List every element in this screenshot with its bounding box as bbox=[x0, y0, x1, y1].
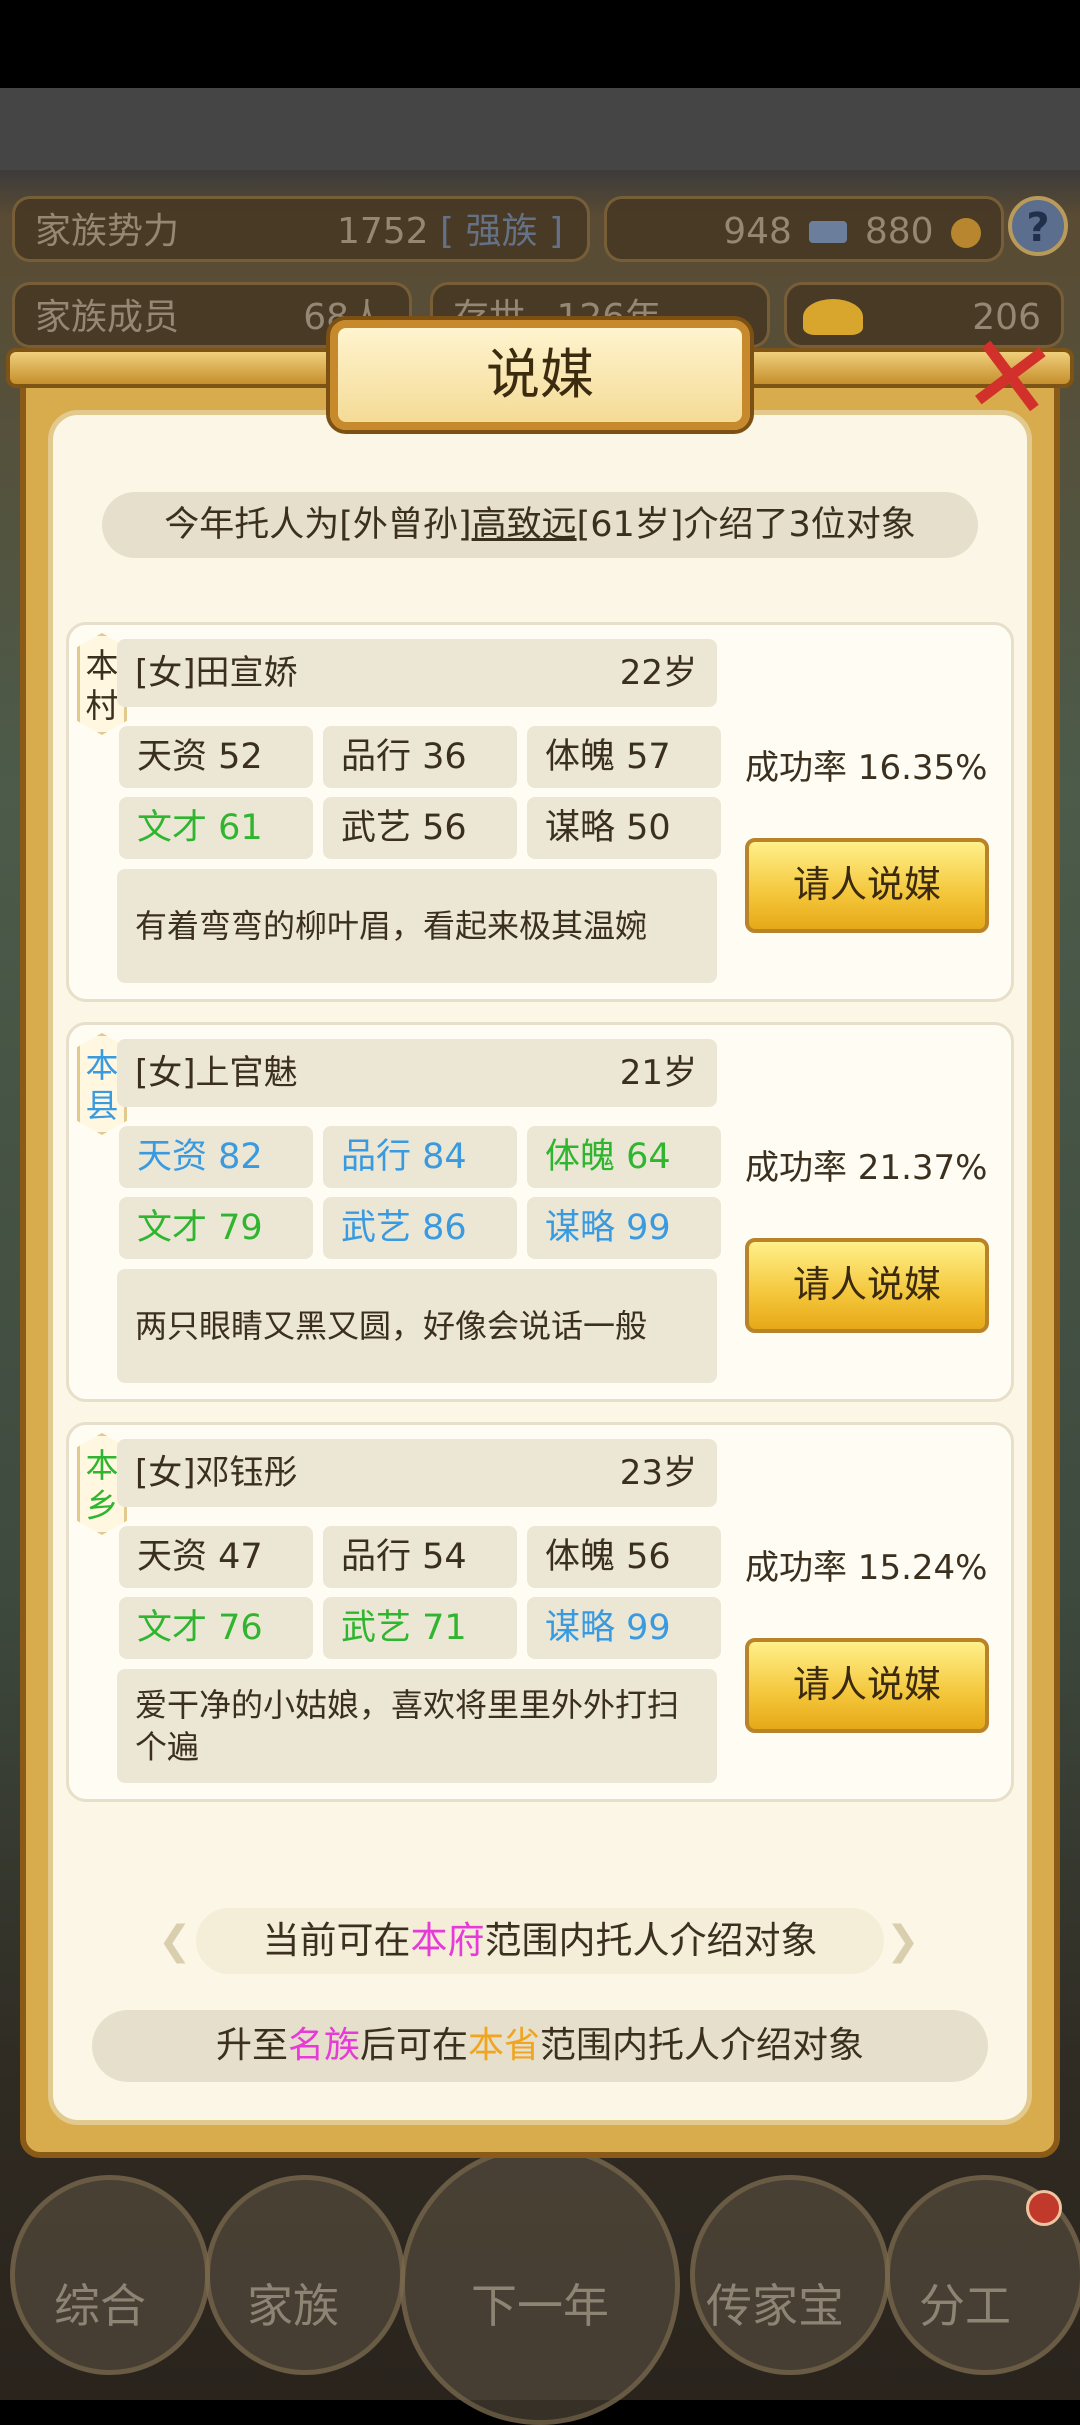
candidate-description: 两只眼睛又黑又圆，好像会说话一般 bbox=[117, 1269, 717, 1383]
candidate-stat: 文才 79 bbox=[119, 1197, 313, 1259]
candidate-stat: 文才 61 bbox=[119, 797, 313, 859]
candidate-stat: 体魄 57 bbox=[527, 726, 721, 788]
candidate-age: 22岁 bbox=[619, 653, 697, 693]
candidate-stat: 武艺 71 bbox=[323, 1597, 517, 1659]
candidate-name: [女]上官魅 bbox=[135, 1053, 298, 1093]
candidate-stat: 天资 52 bbox=[119, 726, 313, 788]
candidate-stat: 谋略 99 bbox=[527, 1197, 721, 1259]
upgrade-p1: 升至 bbox=[215, 2025, 288, 2066]
upgrade-scope-highlight: 本省 bbox=[468, 2025, 541, 2066]
family-power-pill: 家族势力 1752 [ 强族 ] bbox=[12, 196, 590, 262]
success-rate: 成功率 15.24% bbox=[745, 1548, 988, 1588]
success-rate: 成功率 16.35% bbox=[745, 748, 988, 788]
dialog-title: 说媒 bbox=[486, 343, 594, 406]
dialog-title-plaque: 说媒 bbox=[330, 320, 750, 430]
scope-highlight: 本府 bbox=[410, 1919, 485, 1962]
candidate-age: 21岁 bbox=[619, 1053, 697, 1093]
candidate-description: 爱干净的小姑娘，喜欢将里里外外打扫个遍 bbox=[117, 1669, 717, 1783]
request-matchmaker-button[interactable]: 请人说媒 bbox=[745, 1638, 989, 1733]
scope-info: 当前可在本府范围内托人介绍对象 bbox=[196, 1908, 884, 1974]
candidate-stat: 品行 54 bbox=[323, 1526, 517, 1588]
candidate-stat: 品行 36 bbox=[323, 726, 517, 788]
close-icon[interactable]: ✕ bbox=[955, 308, 1064, 448]
candidate-description: 有着弯弯的柳叶眉，看起来极其温婉 bbox=[117, 869, 717, 983]
nav-division[interactable]: 分工 bbox=[880, 2270, 1050, 2336]
candidate-card: 本县 [女]上官魅 21岁 天资 82 品行 84 体魄 64 文才 79 武艺 86 谋略 9… bbox=[66, 1022, 1014, 1402]
candidate-card: 本乡 [女]邓钰彤 23岁 天资 47 品行 54 体魄 56 文才 76 武艺 71 谋略 9… bbox=[66, 1422, 1014, 1802]
help-icon[interactable]: ? bbox=[1008, 196, 1068, 256]
scope-left-ornament: ❮ bbox=[158, 1918, 192, 1964]
candidate-card: 本村 [女]田宣娇 22岁 天资 52 品行 36 体魄 57 文才 61 武艺 56 谋略 5… bbox=[66, 622, 1014, 1002]
nav-heirloom[interactable]: 传家宝 bbox=[690, 2270, 860, 2336]
upgrade-rank-highlight: 名族 bbox=[287, 2025, 360, 2066]
currency-a-icon bbox=[809, 221, 848, 243]
summary-person-link[interactable]: 高致远 bbox=[472, 505, 577, 545]
bottom-nav: 综合 家族 下一年 传家宝 分工 bbox=[0, 2130, 1080, 2400]
nav-family[interactable]: 家族 bbox=[208, 2270, 378, 2336]
candidate-name: [女]田宣娇 bbox=[135, 653, 298, 693]
summary-prefix: 今年托人为[外曾孙] bbox=[164, 505, 472, 545]
family-power-label: 家族势力 bbox=[35, 211, 180, 252]
family-members-label: 家族成员 bbox=[35, 297, 180, 338]
candidate-age: 23岁 bbox=[619, 1453, 697, 1493]
request-matchmaker-button[interactable]: 请人说媒 bbox=[745, 1238, 989, 1333]
candidate-stat: 谋略 50 bbox=[527, 797, 721, 859]
candidate-stat: 体魄 56 bbox=[527, 1526, 721, 1588]
candidate-stat: 武艺 56 bbox=[323, 797, 517, 859]
status-bar bbox=[0, 0, 1080, 88]
upgrade-p2: 后可在 bbox=[359, 2025, 468, 2066]
family-power-rank: [ 强族 ] bbox=[440, 211, 563, 252]
candidate-stat: 武艺 86 bbox=[323, 1197, 517, 1259]
candidate-name: [女]邓钰彤 bbox=[135, 1453, 298, 1493]
gold-ingot-icon bbox=[803, 299, 863, 335]
scope-suffix: 范围内托人介绍对象 bbox=[484, 1919, 818, 1962]
scope-right-ornament: ❯ bbox=[886, 1918, 920, 1964]
currency-b-value: 880 bbox=[864, 211, 934, 252]
summary-banner: 今年托人为[外曾孙]高致远[61岁]介绍了3位对象 bbox=[102, 492, 978, 558]
upgrade-p3: 范围内托人介绍对象 bbox=[540, 2025, 865, 2066]
nav-next-year[interactable]: 下一年 bbox=[430, 2270, 650, 2336]
candidate-stat: 天资 82 bbox=[119, 1126, 313, 1188]
candidate-stat: 谋略 99 bbox=[527, 1597, 721, 1659]
candidate-stat: 品行 84 bbox=[323, 1126, 517, 1188]
candidate-stat: 文才 76 bbox=[119, 1597, 313, 1659]
currency-pill: 948 880 bbox=[604, 196, 1004, 262]
candidate-stat: 体魄 64 bbox=[527, 1126, 721, 1188]
scope-prefix: 当前可在 bbox=[262, 1919, 411, 1962]
family-power-value: 1752 bbox=[336, 211, 429, 252]
coin-icon bbox=[951, 218, 981, 248]
candidate-name-row[interactable]: [女]田宣娇 22岁 bbox=[117, 639, 717, 707]
candidate-name-row[interactable]: [女]上官魅 21岁 bbox=[117, 1039, 717, 1107]
nav-overview[interactable]: 综合 bbox=[15, 2270, 185, 2336]
candidate-name-row[interactable]: [女]邓钰彤 23岁 bbox=[117, 1439, 717, 1507]
candidate-stat: 天资 47 bbox=[119, 1526, 313, 1588]
success-rate: 成功率 21.37% bbox=[745, 1148, 988, 1188]
request-matchmaker-button[interactable]: 请人说媒 bbox=[745, 838, 989, 933]
upgrade-info: 升至名族后可在本省范围内托人介绍对象 bbox=[92, 2010, 988, 2082]
summary-suffix: [61岁]介绍了3位对象 bbox=[576, 505, 916, 545]
top-strip bbox=[0, 88, 1080, 170]
currency-a-value: 948 bbox=[723, 211, 792, 252]
